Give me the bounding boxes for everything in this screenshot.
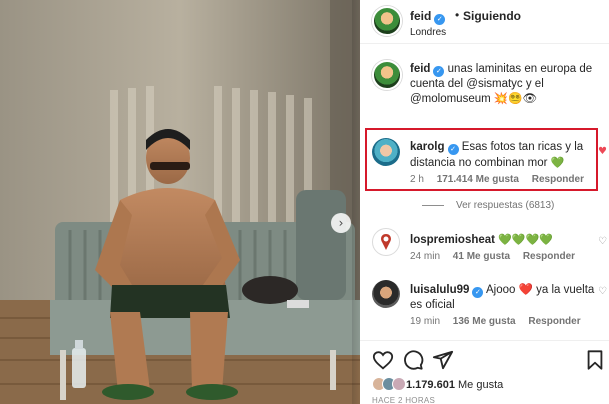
comment-lospremiosheat: lospremiosheat 💚💚💚💚 24 min 41 Me gusta R… [360, 226, 609, 270]
post-photo[interactable]: › [0, 0, 360, 404]
post-details-panel: feid ✓ • Siguiendo Londres feid ✓ unas lam… [360, 0, 609, 404]
comment-text: Ajooo [486, 284, 516, 296]
lospremios-logo-icon [381, 234, 391, 250]
heart-outline-icon[interactable]: ♡ [598, 236, 607, 247]
author-username[interactable]: feid ✓ [410, 9, 446, 25]
author-username-text: feid [410, 9, 432, 23]
like-heart-icon[interactable] [372, 349, 394, 371]
post-location[interactable]: Londres [410, 27, 446, 38]
comment-meta: 24 min 41 Me gusta Responder [410, 251, 585, 262]
comment-meta: 19 min 136 Me gusta Responder [410, 316, 591, 327]
view-replies-button[interactable]: Ver respuestas (6813) [422, 200, 554, 211]
verified-badge-icon: ✓ [434, 14, 446, 25]
likes-count: 1.179.601 [406, 379, 455, 391]
commenter-avatar[interactable] [372, 228, 400, 256]
heart-filled-icon[interactable]: ♥ [598, 146, 607, 157]
comment-highlight-box [365, 128, 598, 191]
commenter-avatar[interactable] [372, 280, 400, 308]
comment-time: 19 min [410, 316, 441, 327]
likes-summary[interactable]: 1.179.601 Me gusta [406, 379, 503, 391]
next-photo-button[interactable]: › [331, 213, 351, 233]
caption-username[interactable]: feid [410, 63, 430, 75]
comment-likes[interactable]: 136 Me gusta [453, 316, 516, 327]
likes-label: Me gusta [458, 379, 504, 391]
save-bookmark-icon[interactable] [584, 349, 606, 371]
commenter-username[interactable]: luisalulu99 [410, 284, 469, 296]
verified-badge-icon: ✓ [433, 66, 445, 77]
comment-body: luisalulu99 ✓ Ajooo ❤️ ya la vuelta es of… [410, 282, 595, 313]
comment-body: lospremiosheat 💚💚💚💚 [410, 232, 595, 248]
photo-illustration [0, 0, 360, 404]
caption-avatar[interactable] [372, 60, 402, 90]
reply-button[interactable]: Responder [528, 316, 580, 327]
share-send-icon[interactable] [432, 349, 454, 371]
separator-dot: • [455, 8, 460, 22]
reply-button[interactable]: Responder [523, 251, 575, 262]
comment-luisalulu99: luisalulu99 ✓ Ajooo ❤️ ya la vuelta es of… [360, 276, 609, 332]
comment-emoji: ❤️ [518, 282, 533, 296]
chevron-right-icon: › [338, 216, 344, 230]
author-avatar[interactable] [372, 6, 402, 36]
heart-outline-icon[interactable]: ♡ [598, 286, 607, 297]
comment-icon[interactable] [402, 349, 424, 371]
liker-avatar [392, 377, 406, 391]
verified-badge-icon: ✓ [472, 287, 484, 298]
photo-edge-shadow [352, 0, 360, 404]
post-header: feid ✓ • Siguiendo Londres [360, 0, 609, 44]
comment-time: 24 min [410, 251, 441, 262]
comment-emoji: 💚💚💚💚 [498, 233, 553, 246]
following-button[interactable]: Siguiendo [463, 9, 521, 23]
commenter-username[interactable]: lospremiosheat [410, 234, 495, 246]
caption-emojis: 💥😵‍💫👁 [493, 93, 538, 105]
post-caption: feid ✓ unas laminitas en europa de cuenta… [410, 62, 595, 107]
comment-likes[interactable]: 41 Me gusta [453, 251, 510, 262]
post-actions-bar: 1.179.601 Me gusta HACE 2 HORAS [360, 340, 609, 404]
post-timestamp: HACE 2 HORAS [372, 396, 436, 404]
